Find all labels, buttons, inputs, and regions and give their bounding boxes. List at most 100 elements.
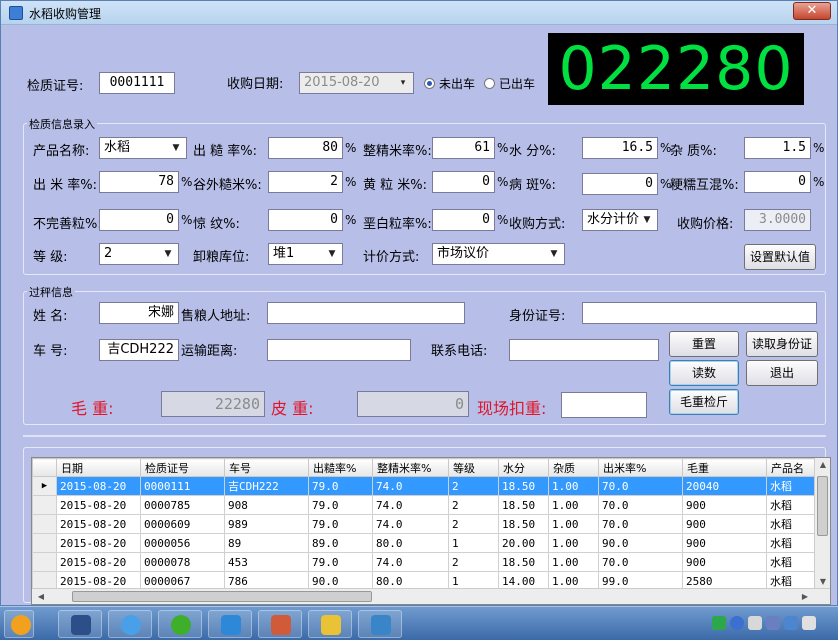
zhengjing-input[interactable]: 61 xyxy=(432,137,495,159)
phone-input[interactable] xyxy=(509,339,659,361)
col-header-date[interactable]: 日期 xyxy=(56,458,141,477)
col-header-chumi[interactable]: 出米率% xyxy=(598,458,683,477)
tare-input[interactable]: 0 xyxy=(357,391,469,417)
scroll-right-icon[interactable]: ▶ xyxy=(798,592,812,601)
date-picker[interactable]: 2015-08-20 ▾ xyxy=(299,72,414,94)
table-cell[interactable]: 900 xyxy=(682,495,767,515)
table-cell[interactable]: 0000078 xyxy=(140,552,225,572)
tray-shield-icon[interactable] xyxy=(784,616,798,630)
exit-button[interactable]: 退出 xyxy=(746,360,818,386)
table-cell[interactable]: 水稻 xyxy=(766,514,815,534)
table-cell[interactable]: 2 xyxy=(448,495,499,515)
price-input[interactable]: 3.0000 xyxy=(744,209,811,231)
scroll-thumb[interactable] xyxy=(817,476,828,536)
table-cell[interactable]: 20.00 xyxy=(498,533,549,553)
huangli-input[interactable]: 0 xyxy=(432,171,495,193)
table-cell[interactable]: 18.50 xyxy=(498,552,549,572)
table-cell[interactable]: 水稻 xyxy=(766,495,815,515)
read-id-card-button[interactable]: 读取身份证 xyxy=(746,331,818,357)
row-header[interactable] xyxy=(32,514,57,534)
table-cell[interactable]: 89.0 xyxy=(308,533,373,553)
table-cell[interactable]: 79.0 xyxy=(308,476,373,496)
chumi-input[interactable]: 78 xyxy=(99,171,179,193)
col-header-grade[interactable]: 等级 xyxy=(448,458,499,477)
table-cell[interactable]: 2015-08-20 xyxy=(56,514,141,534)
table-cell[interactable]: 1 xyxy=(448,533,499,553)
calendar-dropdown-icon[interactable]: ▾ xyxy=(396,77,410,89)
start-button[interactable] xyxy=(4,610,34,638)
col-header-gross[interactable]: 毛重 xyxy=(682,458,767,477)
gross-input[interactable]: 22280 xyxy=(161,391,265,417)
set-default-button[interactable]: 设置默认值 xyxy=(744,244,816,270)
table-row[interactable]: 2015-08-20 0000785 908 79.0 74.0 2 18.50 1.00 70… xyxy=(32,495,815,515)
table-cell[interactable]: 74.0 xyxy=(372,552,449,572)
buwanshan-input[interactable]: 0 xyxy=(99,209,179,231)
table-cell[interactable]: 2015-08-20 xyxy=(56,495,141,515)
table-cell[interactable]: 900 xyxy=(682,514,767,534)
current-row-indicator-icon[interactable]: ▶ xyxy=(32,476,57,496)
shuifen-input[interactable]: 16.5 xyxy=(582,137,658,159)
taskbar-app-filmstrip[interactable] xyxy=(58,610,102,638)
tray-help-icon[interactable] xyxy=(730,616,744,630)
table-cell[interactable]: 2015-08-20 xyxy=(56,552,141,572)
close-button[interactable]: ✕ xyxy=(793,2,831,20)
genghun-input[interactable]: 0 xyxy=(744,171,811,193)
table-row[interactable]: 2015-08-20 0000609 989 79.0 74.0 2 18.50 1.00 70… xyxy=(32,514,815,534)
horizontal-scrollbar[interactable]: ◀ ▶ xyxy=(32,588,830,604)
taskbar-app-colors[interactable] xyxy=(258,610,302,638)
table-cell[interactable]: 18.50 xyxy=(498,476,549,496)
table-cell[interactable]: 79.0 xyxy=(308,495,373,515)
tray-s-icon[interactable] xyxy=(712,616,726,630)
table-cell[interactable]: 70.0 xyxy=(598,495,683,515)
table-cell[interactable]: 18.50 xyxy=(498,514,549,534)
scroll-down-icon[interactable]: ▼ xyxy=(816,577,830,586)
address-input[interactable] xyxy=(267,302,465,324)
table-cell[interactable]: 水稻 xyxy=(766,476,815,496)
unload-select[interactable]: 堆1 ▼ xyxy=(268,243,343,265)
distance-input[interactable] xyxy=(267,339,411,361)
chucao-input[interactable]: 80 xyxy=(268,137,343,159)
table-cell[interactable]: 908 xyxy=(224,495,309,515)
tray-pen-icon[interactable] xyxy=(766,616,780,630)
table-cell[interactable]: 0000785 xyxy=(140,495,225,515)
radio-unshipped[interactable]: 未出车 xyxy=(424,75,475,92)
col-header-zhengjing[interactable]: 整精米率% xyxy=(372,458,449,477)
cert-input[interactable]: 0001111 xyxy=(99,72,175,94)
table-cell[interactable]: 2 xyxy=(448,476,499,496)
tray-network-icon[interactable] xyxy=(748,616,762,630)
bingban-input[interactable]: 0 xyxy=(582,173,658,195)
col-header-product[interactable]: 产品名 xyxy=(766,458,815,477)
scroll-up-icon[interactable]: ▲ xyxy=(816,460,830,469)
table-cell[interactable]: 吉CDH222 xyxy=(224,476,309,496)
table-cell[interactable]: 900 xyxy=(682,533,767,553)
col-header-chucao[interactable]: 出糙率% xyxy=(308,458,373,477)
tray-flag-icon[interactable] xyxy=(802,616,816,630)
table-cell[interactable]: 900 xyxy=(682,552,767,572)
table-cell[interactable]: 2 xyxy=(448,514,499,534)
radio-shipped[interactable]: 已出车 xyxy=(484,75,535,92)
id-input[interactable] xyxy=(582,302,817,324)
table-cell[interactable]: 水稻 xyxy=(766,552,815,572)
taskbar-app-bird[interactable] xyxy=(208,610,252,638)
table-cell[interactable]: 20040 xyxy=(682,476,767,496)
taskbar-app-active[interactable] xyxy=(308,610,352,638)
records-grid[interactable]: 日期 检质证号 车号 出糙率% 整精米率% 等级 水分 杂质 出米率% 毛重 产… xyxy=(31,457,831,605)
scroll-left-icon[interactable]: ◀ xyxy=(34,592,48,601)
table-cell[interactable]: 1.00 xyxy=(548,552,599,572)
col-header-cert[interactable]: 检质证号 xyxy=(140,458,225,477)
table-cell[interactable]: 70.0 xyxy=(598,552,683,572)
table-cell[interactable]: 79.0 xyxy=(308,514,373,534)
zazhi-input[interactable]: 1.5 xyxy=(744,137,811,159)
table-cell[interactable]: 2 xyxy=(448,552,499,572)
table-cell[interactable]: 453 xyxy=(224,552,309,572)
table-cell[interactable]: 0000056 xyxy=(140,533,225,553)
guwai-input[interactable]: 2 xyxy=(268,171,343,193)
table-cell[interactable]: 1.00 xyxy=(548,514,599,534)
taskbar-app-browser[interactable] xyxy=(158,610,202,638)
table-cell[interactable]: 1.00 xyxy=(548,476,599,496)
ebai-input[interactable]: 0 xyxy=(432,209,495,231)
table-cell[interactable]: 1.00 xyxy=(548,533,599,553)
table-cell[interactable]: 18.50 xyxy=(498,495,549,515)
table-cell[interactable]: 989 xyxy=(224,514,309,534)
table-cell[interactable]: 水稻 xyxy=(766,533,815,553)
